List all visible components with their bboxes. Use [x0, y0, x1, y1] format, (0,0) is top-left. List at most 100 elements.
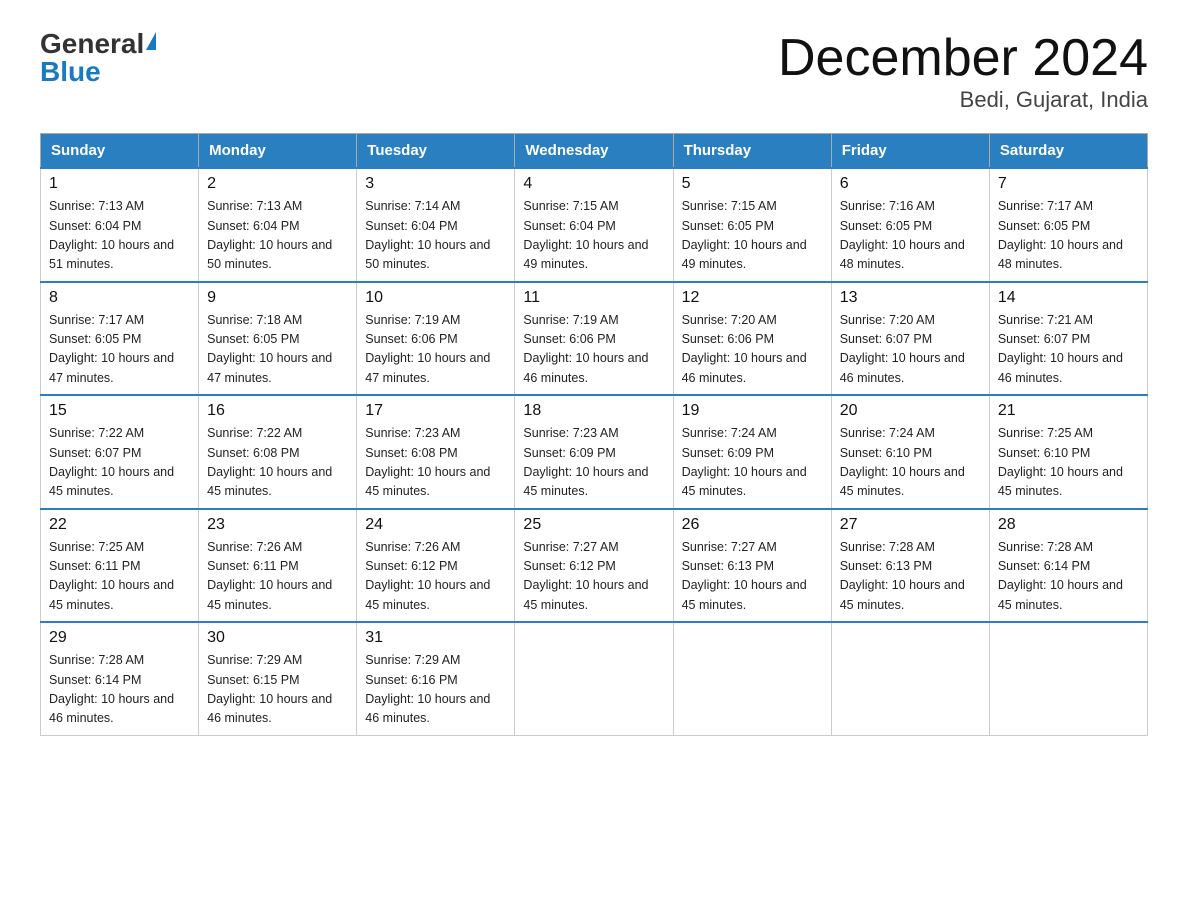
- day-info: Sunrise: 7:20 AMSunset: 6:07 PMDaylight:…: [840, 311, 981, 389]
- day-number: 23: [207, 516, 348, 534]
- table-row: 15 Sunrise: 7:22 AMSunset: 6:07 PMDayligh…: [41, 395, 199, 509]
- day-number: 21: [998, 402, 1139, 420]
- table-row: 30Sunrise: 7:29 AMSunset: 6:15 PMDayligh…: [199, 622, 357, 735]
- logo-general-text: General: [40, 30, 144, 58]
- day-number: 28: [998, 516, 1139, 534]
- day-number: 1: [49, 175, 190, 193]
- day-info: Sunrise: 7:24 AMSunset: 6:10 PMDaylight:…: [840, 424, 981, 502]
- table-row: 9 Sunrise: 7:18 AMSunset: 6:05 PMDaylight…: [199, 282, 357, 396]
- day-info: Sunrise: 7:17 AMSunset: 6:05 PMDaylight:…: [49, 311, 190, 389]
- table-row: 28 Sunrise: 7:28 AMSunset: 6:14 PMDayligh…: [989, 509, 1147, 623]
- day-number: 10: [365, 289, 506, 307]
- day-number: 6: [840, 175, 981, 193]
- logo: General Blue: [40, 30, 156, 86]
- table-row: [515, 622, 673, 735]
- table-row: 19Sunrise: 7:24 AMSunset: 6:09 PMDayligh…: [673, 395, 831, 509]
- day-number: 20: [840, 402, 981, 420]
- table-row: 7Sunrise: 7:17 AMSunset: 6:05 PMDaylight…: [989, 168, 1147, 282]
- table-row: 6 Sunrise: 7:16 AMSunset: 6:05 PMDaylight…: [831, 168, 989, 282]
- day-info: Sunrise: 7:28 AMSunset: 6:13 PMDaylight:…: [840, 538, 981, 616]
- day-info: Sunrise: 7:25 AMSunset: 6:10 PMDaylight:…: [998, 424, 1139, 502]
- day-info: Sunrise: 7:13 AMSunset: 6:04 PMDaylight:…: [49, 197, 190, 275]
- day-number: 3: [365, 175, 506, 193]
- table-row: 21 Sunrise: 7:25 AMSunset: 6:10 PMDayligh…: [989, 395, 1147, 509]
- day-number: 15: [49, 402, 190, 420]
- header-sunday: Sunday: [41, 134, 199, 169]
- day-number: 17: [365, 402, 506, 420]
- calendar-title: December 2024: [778, 30, 1148, 87]
- table-row: 24 Sunrise: 7:26 AMSunset: 6:12 PMDayligh…: [357, 509, 515, 623]
- table-row: 22 Sunrise: 7:25 AMSunset: 6:11 PMDayligh…: [41, 509, 199, 623]
- day-info: Sunrise: 7:15 AMSunset: 6:05 PMDaylight:…: [682, 197, 823, 275]
- table-row: 8 Sunrise: 7:17 AMSunset: 6:05 PMDaylight…: [41, 282, 199, 396]
- day-info: Sunrise: 7:28 AMSunset: 6:14 PMDaylight:…: [49, 651, 190, 729]
- header-wednesday: Wednesday: [515, 134, 673, 169]
- calendar-table: Sunday Monday Tuesday Wednesday Thursday…: [40, 133, 1148, 736]
- calendar-header-row: Sunday Monday Tuesday Wednesday Thursday…: [41, 134, 1148, 169]
- day-number: 4: [523, 175, 664, 193]
- table-row: 10 Sunrise: 7:19 AMSunset: 6:06 PMDayligh…: [357, 282, 515, 396]
- calendar-week-row: 1 Sunrise: 7:13 AMSunset: 6:04 PMDaylight…: [41, 168, 1148, 282]
- day-number: 31: [365, 629, 506, 647]
- day-number: 11: [523, 289, 664, 307]
- day-info: Sunrise: 7:15 AMSunset: 6:04 PMDaylight:…: [523, 197, 664, 275]
- day-number: 8: [49, 289, 190, 307]
- header-monday: Monday: [199, 134, 357, 169]
- day-info: Sunrise: 7:19 AMSunset: 6:06 PMDaylight:…: [523, 311, 664, 389]
- header-friday: Friday: [831, 134, 989, 169]
- table-row: 20 Sunrise: 7:24 AMSunset: 6:10 PMDayligh…: [831, 395, 989, 509]
- day-info: Sunrise: 7:29 AMSunset: 6:16 PMDaylight:…: [365, 651, 506, 729]
- table-row: 3 Sunrise: 7:14 AMSunset: 6:04 PMDaylight…: [357, 168, 515, 282]
- day-info: Sunrise: 7:22 AMSunset: 6:08 PMDaylight:…: [207, 424, 348, 502]
- day-number: 25: [523, 516, 664, 534]
- day-number: 22: [49, 516, 190, 534]
- day-info: Sunrise: 7:20 AMSunset: 6:06 PMDaylight:…: [682, 311, 823, 389]
- table-row: 1 Sunrise: 7:13 AMSunset: 6:04 PMDaylight…: [41, 168, 199, 282]
- day-number: 2: [207, 175, 348, 193]
- table-row: 26 Sunrise: 7:27 AMSunset: 6:13 PMDayligh…: [673, 509, 831, 623]
- calendar-week-row: 8 Sunrise: 7:17 AMSunset: 6:05 PMDaylight…: [41, 282, 1148, 396]
- day-info: Sunrise: 7:27 AMSunset: 6:12 PMDaylight:…: [523, 538, 664, 616]
- day-number: 18: [523, 402, 664, 420]
- day-info: Sunrise: 7:17 AMSunset: 6:05 PMDaylight:…: [998, 197, 1139, 275]
- table-row: 4 Sunrise: 7:15 AMSunset: 6:04 PMDaylight…: [515, 168, 673, 282]
- table-row: 2 Sunrise: 7:13 AMSunset: 6:04 PMDaylight…: [199, 168, 357, 282]
- day-info: Sunrise: 7:28 AMSunset: 6:14 PMDaylight:…: [998, 538, 1139, 616]
- day-number: 12: [682, 289, 823, 307]
- day-info: Sunrise: 7:19 AMSunset: 6:06 PMDaylight:…: [365, 311, 506, 389]
- day-info: Sunrise: 7:13 AMSunset: 6:04 PMDaylight:…: [207, 197, 348, 275]
- calendar-week-row: 15 Sunrise: 7:22 AMSunset: 6:07 PMDayligh…: [41, 395, 1148, 509]
- day-number: 5: [682, 175, 823, 193]
- day-info: Sunrise: 7:18 AMSunset: 6:05 PMDaylight:…: [207, 311, 348, 389]
- table-row: 31 Sunrise: 7:29 AMSunset: 6:16 PMDayligh…: [357, 622, 515, 735]
- day-info: Sunrise: 7:14 AMSunset: 6:04 PMDaylight:…: [365, 197, 506, 275]
- table-row: 23 Sunrise: 7:26 AMSunset: 6:11 PMDayligh…: [199, 509, 357, 623]
- day-number: 26: [682, 516, 823, 534]
- day-number: 9: [207, 289, 348, 307]
- table-row: [989, 622, 1147, 735]
- table-row: [831, 622, 989, 735]
- calendar-week-row: 29 Sunrise: 7:28 AMSunset: 6:14 PMDayligh…: [41, 622, 1148, 735]
- day-info: Sunrise: 7:24 AMSunset: 6:09 PMDaylight:…: [682, 424, 823, 502]
- page-header: General Blue December 2024 Bedi, Gujarat…: [40, 30, 1148, 113]
- day-info: Sunrise: 7:26 AMSunset: 6:12 PMDaylight:…: [365, 538, 506, 616]
- table-row: 11 Sunrise: 7:19 AMSunset: 6:06 PMDayligh…: [515, 282, 673, 396]
- logo-blue-text: Blue: [40, 58, 101, 86]
- header-saturday: Saturday: [989, 134, 1147, 169]
- day-info: Sunrise: 7:26 AMSunset: 6:11 PMDaylight:…: [207, 538, 348, 616]
- day-number: 24: [365, 516, 506, 534]
- day-info: Sunrise: 7:25 AMSunset: 6:11 PMDaylight:…: [49, 538, 190, 616]
- calendar-week-row: 22 Sunrise: 7:25 AMSunset: 6:11 PMDayligh…: [41, 509, 1148, 623]
- day-info: Sunrise: 7:22 AMSunset: 6:07 PMDaylight:…: [49, 424, 190, 502]
- table-row: 25 Sunrise: 7:27 AMSunset: 6:12 PMDayligh…: [515, 509, 673, 623]
- day-number: 29: [49, 629, 190, 647]
- day-info: Sunrise: 7:23 AMSunset: 6:09 PMDaylight:…: [523, 424, 664, 502]
- day-info: Sunrise: 7:16 AMSunset: 6:05 PMDaylight:…: [840, 197, 981, 275]
- table-row: 17Sunrise: 7:23 AMSunset: 6:08 PMDayligh…: [357, 395, 515, 509]
- calendar-location: Bedi, Gujarat, India: [778, 87, 1148, 113]
- title-block: December 2024 Bedi, Gujarat, India: [778, 30, 1148, 113]
- day-number: 30: [207, 629, 348, 647]
- day-info: Sunrise: 7:27 AMSunset: 6:13 PMDaylight:…: [682, 538, 823, 616]
- table-row: 27Sunrise: 7:28 AMSunset: 6:13 PMDayligh…: [831, 509, 989, 623]
- table-row: 12 Sunrise: 7:20 AMSunset: 6:06 PMDayligh…: [673, 282, 831, 396]
